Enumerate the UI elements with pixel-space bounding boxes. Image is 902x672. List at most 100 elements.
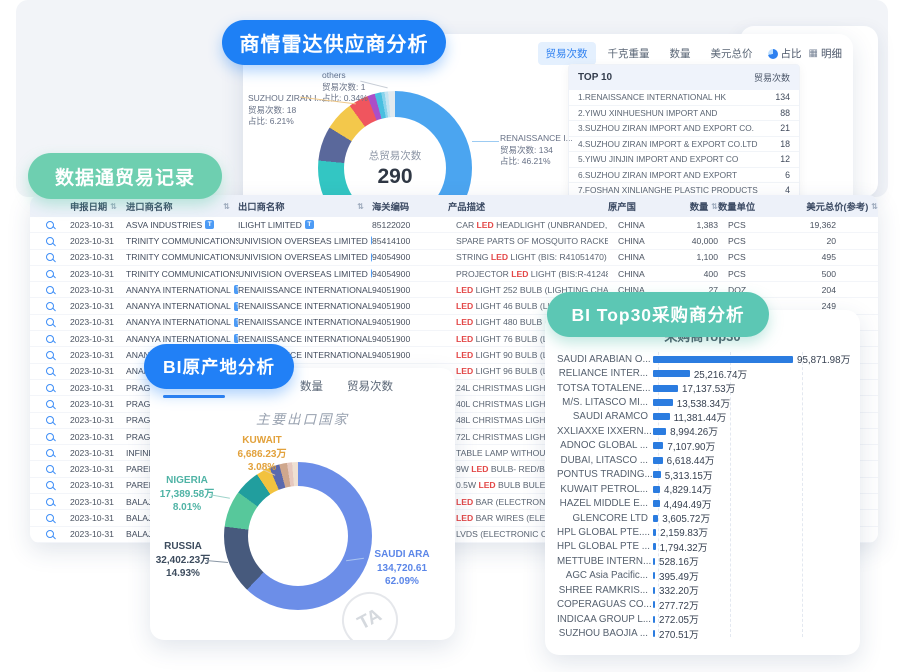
top10-company-name: 4.SUZHOU ZIRAN IMPORT & EXPORT CO.LTD (578, 139, 758, 149)
search-icon[interactable] (46, 221, 54, 229)
search-icon[interactable] (46, 514, 54, 522)
column-header-美元总价(参考)[interactable]: 美元总价(参考)⇅ (766, 199, 878, 213)
sort-icon[interactable]: ⇅ (711, 202, 718, 211)
top10-company-name: 3.SUZHOU ZIRAN IMPORT AND EXPORT CO. (578, 123, 754, 133)
detail-label: 明细 (821, 46, 842, 61)
bar-value: 4,829.14万 (664, 482, 712, 496)
cell-importer[interactable]: ANANYA INTERNATIONALT (126, 317, 238, 327)
bar-value: 6,618.44万 (667, 453, 715, 467)
bar-row: SAUDI ARABIAN O...95,871.98万 (557, 352, 852, 366)
search-icon[interactable] (46, 318, 54, 326)
cell-importer[interactable]: ASVA INDUSTRIEST (126, 220, 238, 230)
bar-label: SUZHOU BAOJIA ... (557, 628, 653, 639)
company-link-icon[interactable]: T (205, 220, 214, 229)
tab-trade-count[interactable]: 贸易次数 (347, 378, 393, 394)
sort-icon[interactable]: ⇅ (223, 202, 230, 211)
cell-declare-date: 2023-10-31 (70, 334, 126, 344)
search-icon[interactable] (46, 449, 54, 457)
search-icon[interactable] (46, 367, 54, 375)
metric-tab-group: 贸易次数千克重量数量美元总价 (538, 42, 761, 65)
cell-usd-total: 495 (766, 252, 878, 262)
bar (653, 616, 655, 623)
search-icon[interactable] (46, 351, 54, 359)
metric-tab-数量[interactable]: 数量 (662, 42, 699, 65)
sort-icon[interactable]: ⇅ (110, 202, 117, 211)
bar-label: HAZEL MIDDLE E... (557, 498, 653, 509)
top10-company-name: 5.YIWU JINJIN IMPORT AND EXPORT CO (578, 154, 738, 164)
search-icon[interactable] (46, 416, 54, 424)
column-header-海关编码: 海关编码 (372, 199, 448, 213)
top10-trade-count: 88 (780, 108, 790, 118)
search-icon[interactable] (46, 530, 54, 538)
cell-quantity-unit: PCS (718, 269, 766, 279)
cell-importer[interactable]: TRINITY COMMUNICATIONST (126, 252, 238, 262)
search-icon[interactable] (46, 433, 54, 441)
column-label: 海关编码 (372, 199, 409, 213)
column-header-出口商名称[interactable]: 出口商名称⇅ (238, 199, 372, 213)
cell-importer[interactable]: TRINITY COMMUNICATIONST (126, 236, 238, 246)
cell-exporter[interactable]: RENAIISSANCE INTERNATIONAL HKT (238, 317, 372, 327)
search-icon[interactable] (46, 481, 54, 489)
column-header-申报日期[interactable]: 申报日期⇅ (70, 199, 126, 213)
cell-hs-code: 94051900 (372, 334, 448, 344)
cell-exporter[interactable]: UNIVISION OVERSEAS LIMITEDT (238, 252, 372, 262)
ratio-toggle-button[interactable]: 占比 (768, 46, 802, 61)
bar-row: AGC Asia Pacific...395.49万 (557, 569, 852, 583)
search-icon[interactable] (46, 237, 54, 245)
row-action-cell (30, 335, 70, 343)
donut-hole (248, 486, 348, 586)
search-icon[interactable] (46, 465, 54, 473)
top10-trade-count: 12 (780, 154, 790, 164)
bar-value: 4,494.49万 (664, 497, 712, 511)
cell-importer[interactable]: ANANYA INTERNATIONALT (126, 334, 238, 344)
cell-usd-total: 500 (766, 269, 878, 279)
cell-exporter[interactable]: RENAIISSANCE INTERNATIONAL HKT (238, 334, 372, 344)
bar-row: M/S. LITASCO MI...13,538.34万 (557, 395, 852, 409)
bar (653, 587, 655, 594)
tab-quantity[interactable]: 数量 (300, 378, 323, 394)
top10-company-name: 1.RENAISSANCE INTERNATIONAL HK (578, 92, 726, 102)
column-label: 进口商名称 (126, 199, 173, 213)
sort-icon[interactable]: ⇅ (357, 202, 364, 211)
top10-trade-count: 134 (775, 92, 790, 102)
cell-quantity: 400 (670, 269, 718, 279)
metric-tab-千克重量[interactable]: 千克重量 (600, 42, 658, 65)
search-icon[interactable] (46, 302, 54, 310)
company-link-icon[interactable]: T (305, 220, 314, 229)
cell-exporter[interactable]: ILIGHT LIMITEDT (238, 220, 372, 230)
search-icon[interactable] (46, 270, 54, 278)
top10-row: 1.RENAISSANCE INTERNATIONAL HK 134 (569, 90, 799, 106)
cell-hs-code: 94054900 (372, 252, 448, 262)
metric-tab-贸易次数[interactable]: 贸易次数 (538, 42, 596, 65)
cell-exporter[interactable]: RENAIISSANCE INTERNATIONAL HKT (238, 301, 372, 311)
sort-icon[interactable]: ⇅ (871, 202, 878, 211)
callout-nigeria: NIGERIA 17,389.58万 8.01% (150, 474, 237, 515)
bar (653, 529, 656, 536)
search-icon[interactable] (46, 286, 54, 294)
search-icon[interactable] (46, 498, 54, 506)
search-icon[interactable] (46, 253, 54, 261)
top30-buyers-panel: 采购商Top30 SAUDI ARABIAN O...95,871.98万REL… (545, 310, 860, 655)
row-action-cell (30, 449, 70, 457)
bar (653, 471, 661, 478)
cell-exporter[interactable]: RENAIISSANCE INTERNATIONAL HKT (238, 285, 372, 295)
top10-header: TOP 10 贸易次数 (569, 65, 799, 90)
row-action-cell (30, 302, 70, 310)
search-icon[interactable] (46, 384, 54, 392)
search-icon[interactable] (46, 400, 54, 408)
column-header-数量[interactable]: 数量⇅ (670, 199, 718, 213)
cell-exporter[interactable]: UNIVISION OVERSEAS LIMITEDT (238, 236, 372, 246)
cell-importer[interactable]: ANANYA INTERNATIONALT (126, 301, 238, 311)
cell-hs-code: 94054900 (372, 269, 448, 279)
cell-importer[interactable]: ANANYA INTERNATIONALT (126, 285, 238, 295)
column-header-进口商名称[interactable]: 进口商名称 ⇅ (126, 199, 238, 213)
origin-donut-chart (224, 462, 372, 610)
cell-importer[interactable]: TRINITY COMMUNICATIONST (126, 269, 238, 279)
cell-exporter[interactable]: UNIVISION OVERSEAS LIMITEDT (238, 269, 372, 279)
origin-chart-title: 主要出口国家 (150, 408, 455, 428)
top10-trade-count: 6 (785, 170, 790, 180)
top10-trade-count: 18 (780, 139, 790, 149)
metric-tab-美元总价[interactable]: 美元总价 (703, 42, 761, 65)
search-icon[interactable] (46, 335, 54, 343)
detail-toggle-button[interactable]: ▦ 明细 (809, 46, 842, 61)
